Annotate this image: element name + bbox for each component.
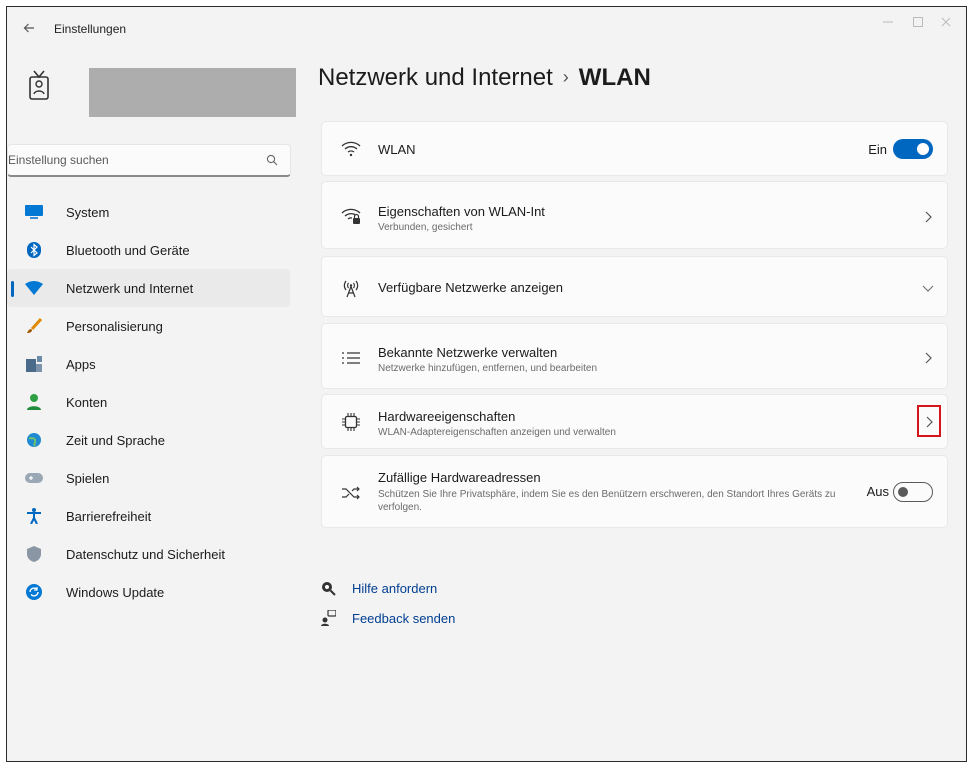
sidebar-item-label: Windows Update: [66, 584, 165, 600]
card-title: Hardwareeigenschaften: [378, 409, 516, 424]
chip-icon: [340, 411, 362, 433]
card-subtitle: Verbunden, gesichert: [378, 222, 473, 233]
sidebar-item-personalization[interactable]: Personalisierung: [7, 307, 297, 345]
search-icon[interactable]: [266, 154, 278, 166]
feedback-link-label[interactable]: Feedback senden: [352, 611, 455, 626]
sidebar-item-accessibility[interactable]: Barrierefreiheit: [7, 497, 297, 535]
card-subtitle: Netzwerke hinzufügen, entfernen, und bea…: [378, 363, 598, 374]
sidebar-item-label: Zeit und Sprache: [66, 432, 166, 448]
breadcrumb: Netzwerk und Internet › WLAN: [318, 64, 651, 92]
hardware-properties-card[interactable]: Hardwareeigenschaften WLAN-Adaptereigens…: [321, 394, 948, 449]
chevron-right-icon: [925, 352, 932, 364]
brush-icon: [25, 317, 43, 335]
card-title: Bekannte Netzwerke verwalten: [378, 345, 558, 360]
feedback-link[interactable]: Feedback senden: [318, 603, 455, 633]
available-networks-card[interactable]: Verfügbare Netzwerke anzeigen: [321, 256, 948, 317]
sidebar-item-label: Datenschutz und Sicherheit: [66, 546, 225, 562]
chevron-down-icon[interactable]: [921, 281, 935, 295]
chevron-right-icon[interactable]: [922, 415, 936, 429]
gamepad-icon: [25, 469, 43, 487]
wlan-card[interactable]: WLAN Ein: [321, 121, 948, 176]
sidebar-item-label: Bluetooth und Geräte: [66, 242, 190, 258]
system-icon: [25, 203, 43, 221]
sidebar-item-gaming[interactable]: Spielen: [7, 459, 297, 497]
close-button[interactable]: [938, 17, 954, 31]
sidebar-item-label: Barrierefreiheit: [66, 508, 152, 524]
accessibility-icon: [25, 507, 43, 525]
update-icon: [25, 583, 43, 601]
sidebar-item-privacy[interactable]: Datenschutz und Sicherheit: [7, 535, 297, 573]
feedback-icon: [318, 609, 338, 627]
wlan-properties-card[interactable]: Eigenschaften von WLAN-Int Verbunden, ge…: [321, 181, 948, 249]
sidebar-item-label: Konten: [66, 394, 108, 410]
active-indicator: [11, 281, 14, 297]
breadcrumb-separator: ›: [562, 67, 569, 87]
toggle-state-label: Aus: [866, 484, 889, 499]
help-link-label[interactable]: Hilfe anfordern: [352, 581, 437, 596]
minimize-icon: [883, 21, 893, 23]
sidebar-item-label: Spielen: [66, 470, 110, 486]
page-title: WLAN: [578, 64, 651, 91]
bluetooth-icon: [25, 241, 43, 259]
wifi-network-icon: [25, 279, 43, 297]
sidebar-item-time-language[interactable]: Zeit und Sprache: [7, 421, 297, 459]
account-icon: [25, 393, 43, 411]
help-link[interactable]: Hilfe anfordern: [318, 573, 455, 603]
help-icon: [318, 579, 338, 597]
profile-name-redacted: [89, 68, 296, 117]
app-title: Einstellungen: [54, 22, 127, 36]
help-links: Hilfe anfordern Feedback senden: [318, 573, 455, 633]
toggle-knob: [917, 143, 929, 155]
sidebar-item-label: Netzwerk und Internet: [66, 280, 194, 296]
wifi-lock-icon: [340, 205, 362, 227]
back-button[interactable]: [19, 19, 39, 39]
toggle-state-label: Ein: [868, 142, 887, 157]
title-bar: Einstellungen: [7, 7, 966, 47]
avatar[interactable]: [22, 67, 56, 107]
apps-icon: [25, 355, 43, 373]
random-mac-toggle[interactable]: [893, 482, 933, 502]
sidebar-item-bluetooth[interactable]: Bluetooth und Geräte: [7, 231, 297, 269]
minimize-button[interactable]: [880, 17, 896, 31]
maximize-icon: [913, 17, 923, 27]
sidebar-item-network[interactable]: Netzwerk und Internet: [7, 269, 290, 307]
sidebar-item-label: Apps: [66, 356, 96, 372]
wlan-toggle[interactable]: [893, 139, 933, 159]
search-input[interactable]: [8, 145, 248, 175]
antenna-icon: [340, 277, 362, 299]
card-title: Verfügbare Netzwerke anzeigen: [378, 280, 564, 295]
breadcrumb-parent[interactable]: Netzwerk und Internet: [318, 64, 553, 91]
card-title: Zufällige Hardwareadressen: [378, 470, 541, 485]
search-box[interactable]: [7, 144, 291, 177]
shield-icon: [25, 545, 43, 563]
card-subtitle: Schützen Sie Ihre Privatsphäre, indem Si…: [378, 489, 836, 513]
random-hardware-address-card[interactable]: Zufällige Hardwareadressen Schützen Sie …: [321, 455, 948, 528]
sidebar-item-label: System: [66, 204, 110, 220]
user-badge-icon: [29, 70, 49, 100]
maximize-button[interactable]: [910, 17, 926, 31]
known-networks-card[interactable]: Bekannte Netzwerke verwalten Netzwerke h…: [321, 323, 948, 389]
sidebar-item-accounts[interactable]: Konten: [7, 383, 297, 421]
sidebar-item-label: Personalisierung: [66, 318, 163, 334]
sidebar-item-windows-update[interactable]: Windows Update: [7, 573, 297, 611]
wifi-icon: [340, 138, 362, 160]
sidebar-item-system[interactable]: System: [7, 193, 297, 231]
card-title: WLAN: [378, 142, 416, 157]
card-title: Eigenschaften von WLAN-Int: [378, 204, 545, 219]
settings-window: Einstellungen S: [6, 6, 967, 762]
globe-clock-icon: [25, 431, 43, 449]
toggle-knob: [898, 487, 908, 497]
card-subtitle: WLAN-Adaptereigenschaften anzeigen und v…: [378, 427, 616, 438]
close-icon: [941, 17, 951, 27]
arrow-left-icon: [23, 23, 34, 33]
shuffle-icon: [340, 482, 362, 504]
sidebar-item-apps[interactable]: Apps: [7, 345, 297, 383]
list-icon: [340, 347, 362, 369]
chevron-right-icon: [925, 211, 932, 223]
sidebar-nav: System Bluetooth und Geräte Netzwerk und…: [7, 193, 297, 611]
